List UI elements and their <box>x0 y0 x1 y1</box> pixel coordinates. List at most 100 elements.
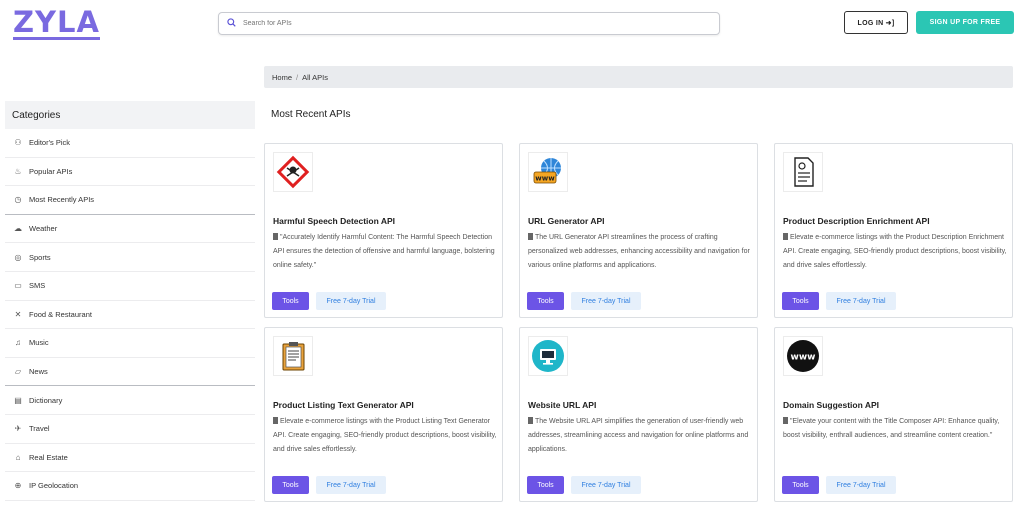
tools-tag[interactable]: Tools <box>272 476 309 494</box>
api-description: "Elevate your content with the Title Com… <box>783 415 1007 443</box>
api-name[interactable]: Domain Suggestion API <box>783 400 879 410</box>
breadcrumb-separator: / <box>296 73 299 82</box>
api-card[interactable]: www Domain Suggestion API "Elevate your … <box>774 327 1013 502</box>
utensils-icon: ✕ <box>14 309 22 319</box>
sidebar-item-dictionary[interactable]: ▤ Dictionary <box>5 386 255 415</box>
sidebar-item-label: Food & Restaurant <box>29 309 92 319</box>
tools-tag[interactable]: Tools <box>782 476 819 494</box>
hazard-icon <box>273 152 313 192</box>
free-trial-tag[interactable]: Free 7-day Trial <box>316 476 386 494</box>
sidebar-item-most-recent[interactable]: ◷ Most Recently APIs <box>5 186 255 215</box>
clipboard-icon <box>273 336 313 376</box>
breadcrumb: Home / All APIs <box>264 66 1013 88</box>
location-icon: ⊕ <box>14 481 22 491</box>
svg-text:www: www <box>535 175 555 183</box>
sidebar-item-label: News <box>29 367 48 377</box>
tools-tag[interactable]: Tools <box>527 476 564 494</box>
api-description: Elevate e-commerce listings with the Pro… <box>273 415 497 457</box>
breadcrumb-home[interactable]: Home <box>272 73 292 82</box>
sidebar-item-label: Popular APIs <box>29 166 73 176</box>
sidebar-item-sports[interactable]: ◎ Sports <box>5 243 255 272</box>
sidebar-item-travel[interactable]: ✈ Travel <box>5 415 255 444</box>
search-input[interactable] <box>243 15 703 32</box>
signup-button[interactable]: SIGN UP FOR FREE <box>916 11 1014 34</box>
api-description-text: Elevate e-commerce listings with the Pro… <box>273 418 497 453</box>
www-globe-icon: www <box>528 152 568 192</box>
api-description: The Website URL API simplifies the gener… <box>528 415 752 457</box>
search-icon <box>227 18 236 27</box>
document-icon <box>783 152 823 192</box>
sidebar-item-ip-geolocation[interactable]: ⊕ IP Geolocation <box>5 472 255 501</box>
book-icon <box>273 417 278 424</box>
sidebar-item-label: Most Recently APIs <box>29 195 95 205</box>
free-trial-tag[interactable]: Free 7-day Trial <box>826 292 896 310</box>
api-description-text: The URL Generator API streamlines the pr… <box>528 234 750 269</box>
sidebar-item-label: Dictionary <box>29 395 63 405</box>
sidebar-item-food[interactable]: ✕ Food & Restaurant <box>5 301 255 330</box>
sidebar-item-sms[interactable]: ▭ SMS <box>5 272 255 301</box>
api-name[interactable]: Product Listing Text Generator API <box>273 400 414 410</box>
api-name[interactable]: URL Generator API <box>528 216 605 226</box>
book-icon <box>273 233 278 240</box>
api-card[interactable]: Website URL API The Website URL API simp… <box>519 327 758 502</box>
monitor-icon <box>528 336 568 376</box>
api-card[interactable]: www URL Generator API The URL Generator … <box>519 143 758 318</box>
book-icon: ▤ <box>14 395 22 405</box>
section-title: Most Recent APIs <box>271 109 351 120</box>
people-icon: ⚇ <box>14 138 22 148</box>
api-description-text: "Accurately Identify Harmful Content: Th… <box>273 234 495 269</box>
free-trial-tag[interactable]: Free 7-day Trial <box>571 292 641 310</box>
header: ZYLA LOG IN ➜] SIGN UP FOR FREE <box>0 0 1024 48</box>
api-description-text: "Elevate your content with the Title Com… <box>783 418 1000 439</box>
breadcrumb-current: All APIs <box>302 73 328 82</box>
sidebar-item-label: Travel <box>29 424 50 434</box>
api-name[interactable]: Product Description Enrichment API <box>783 216 930 226</box>
plane-icon: ✈ <box>14 424 22 434</box>
sidebar-item-news[interactable]: ▱ News <box>5 358 255 387</box>
book-icon <box>783 233 788 240</box>
api-name[interactable]: Harmful Speech Detection API <box>273 216 395 226</box>
music-icon: ♫ <box>15 338 21 348</box>
sidebar-item-label: Real Estate <box>29 452 68 462</box>
svg-text:www: www <box>791 353 816 363</box>
zyla-logo[interactable]: ZYLA <box>13 5 100 40</box>
api-card[interactable]: Product Description Enrichment API Eleva… <box>774 143 1013 318</box>
api-card[interactable]: Harmful Speech Detection API "Accurately… <box>264 143 503 318</box>
message-icon: ▭ <box>14 281 22 291</box>
free-trial-tag[interactable]: Free 7-day Trial <box>571 476 641 494</box>
clock-icon: ◷ <box>14 195 22 205</box>
sidebar-item-real-estate[interactable]: ⌂ Real Estate <box>5 444 255 473</box>
book-icon <box>528 233 533 240</box>
book-icon <box>528 417 533 424</box>
sidebar-item-label: Weather <box>29 224 58 234</box>
folder-icon: ▱ <box>14 367 22 377</box>
api-description-text: The Website URL API simplifies the gener… <box>528 418 749 453</box>
ball-icon: ◎ <box>14 252 22 262</box>
api-name[interactable]: Website URL API <box>528 400 596 410</box>
login-button[interactable]: LOG IN ➜] <box>844 11 908 34</box>
home-icon: ⌂ <box>15 452 21 462</box>
free-trial-tag[interactable]: Free 7-day Trial <box>826 476 896 494</box>
api-description-text: Elevate e-commerce listings with the Pro… <box>783 234 1007 269</box>
book-icon <box>783 417 788 424</box>
tools-tag[interactable]: Tools <box>527 292 564 310</box>
api-description: "Accurately Identify Harmful Content: Th… <box>273 231 497 273</box>
sidebar-item-music[interactable]: ♫ Music <box>5 329 255 358</box>
sidebar-item-label: SMS <box>29 281 46 291</box>
api-description: Elevate e-commerce listings with the Pro… <box>783 231 1007 273</box>
sidebar-item-label: Editor's Pick <box>29 138 71 148</box>
sidebar-item-label: IP Geolocation <box>29 481 79 491</box>
tools-tag[interactable]: Tools <box>272 292 309 310</box>
free-trial-tag[interactable]: Free 7-day Trial <box>316 292 386 310</box>
flame-icon: ♨ <box>14 166 22 176</box>
sidebar-item-label: Music <box>29 338 49 348</box>
sidebar-item-popular[interactable]: ♨ Popular APIs <box>5 158 255 187</box>
tools-tag[interactable]: Tools <box>782 292 819 310</box>
sidebar-item-editors-pick[interactable]: ⚇ Editor's Pick <box>5 129 255 158</box>
sidebar-item-label: Sports <box>29 252 51 262</box>
www-circle-icon: www <box>783 336 823 376</box>
sidebar-item-weather[interactable]: ☁ Weather <box>5 215 255 244</box>
api-card[interactable]: Product Listing Text Generator API Eleva… <box>264 327 503 502</box>
search-bar[interactable] <box>218 12 720 35</box>
categories-title: Categories <box>5 101 255 129</box>
